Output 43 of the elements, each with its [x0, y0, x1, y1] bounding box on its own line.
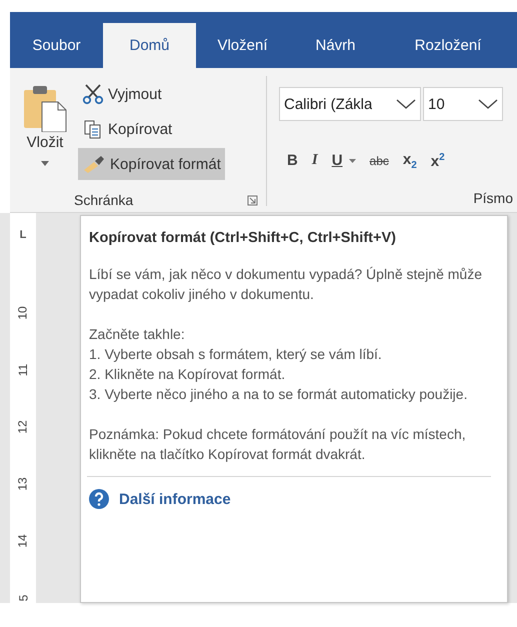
format-painter-button[interactable]: Kopírovat formát	[78, 148, 225, 180]
tooltip-text: 1. Vyberte obsah s formátem, který se vám líbí.	[89, 345, 383, 364]
tooltip-text: Začněte takhle:	[89, 325, 186, 344]
dialog-launcher-icon[interactable]	[247, 194, 258, 206]
copy-button[interactable]: Kopírovat	[78, 113, 225, 145]
clipboard-icon	[22, 84, 68, 132]
caret-icon[interactable]	[348, 158, 356, 162]
tooltip-text: Líbí se vám, jak něco v dokumentu vypadá? Úplně stejně může vypadat cokoliv jiného v dokumentu.	[89, 265, 483, 304]
more-info-link[interactable]: Další informace	[89, 489, 231, 509]
underline-button[interactable]: U	[332, 152, 343, 169]
bold-button[interactable]: B	[287, 152, 298, 169]
italic-button[interactable]: I	[312, 152, 318, 169]
ruler-number: 14	[16, 534, 30, 548]
help-icon	[89, 489, 109, 509]
font-family-dropdown[interactable]: Calibri (Zákla	[279, 87, 421, 121]
ribbon-tab[interactable]: Návrh	[289, 23, 382, 68]
chevron-icon	[396, 98, 416, 110]
ribbon-tab[interactable]: Soubor	[10, 23, 103, 68]
tooltip-text: 2. Klikněte na Kopírovat formát.	[89, 365, 286, 384]
group-label: Schránka	[74, 192, 134, 208]
ruler-number: 12	[16, 420, 30, 434]
ruler-number: 10	[16, 306, 30, 320]
tooltip-text: Poznámka: Pokud chcete formátování použít na víc místech, klikněte na tlačítko Kopírovat formát dvakrát.	[89, 425, 467, 464]
caret-icon	[41, 161, 49, 166]
tab-stop-marker[interactable]: L	[20, 229, 26, 241]
tooltip-text: 3. Vyberte něco jiného a na to se formát automaticky použije.	[89, 385, 468, 404]
superscript-button[interactable]: x$^{2}$	[430, 152, 445, 170]
group-label: Písmo	[473, 190, 513, 206]
font-size-dropdown[interactable]: 10	[423, 87, 503, 121]
chevron-icon	[478, 98, 498, 110]
subscript-button[interactable]: x$_{2}$	[402, 150, 417, 170]
cut-button[interactable]: Vyjmout	[78, 78, 225, 110]
paste-button[interactable]: Vložit	[18, 78, 72, 188]
ribbon-tab[interactable]: Rozložení	[382, 23, 514, 68]
paintbrush-icon	[82, 154, 106, 174]
ribbon-tab[interactable]: Domů	[103, 23, 196, 68]
tooltip-title: Kopírovat formát (Ctrl+Shift+C, Ctrl+Shift+V)	[89, 230, 397, 246]
ruler-number: 5	[16, 594, 30, 602]
ruler-number: 13	[16, 477, 30, 491]
strikethrough-button[interactable]: abc	[370, 154, 389, 168]
ruler-number: 11	[16, 364, 30, 376]
scissors-icon	[82, 83, 104, 105]
ribbon-tab[interactable]: Vložení	[196, 23, 289, 68]
